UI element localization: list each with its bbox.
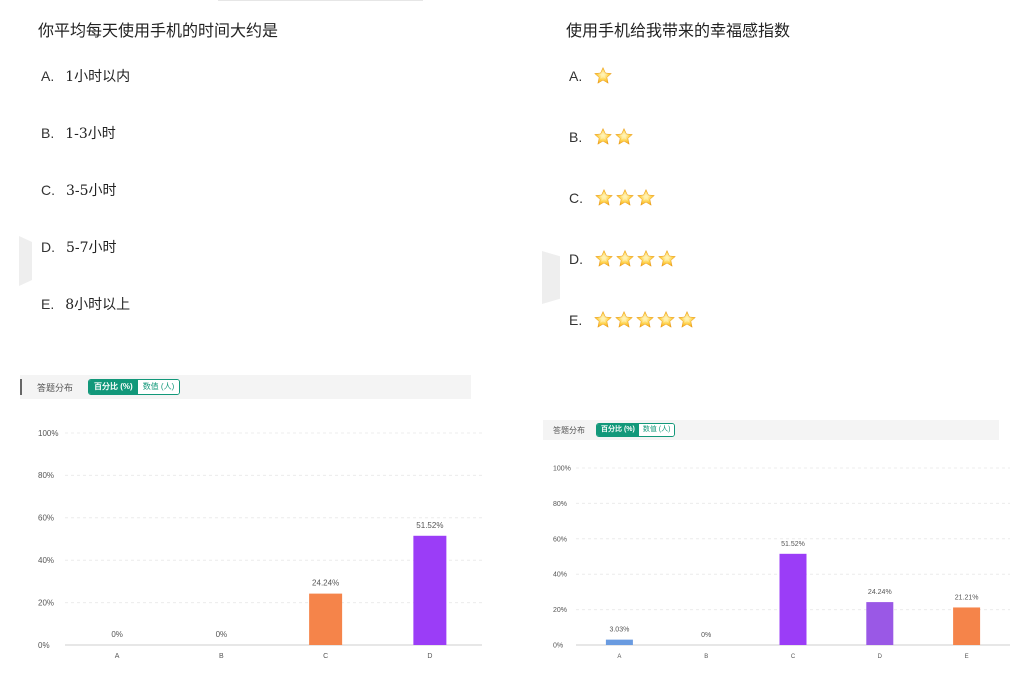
bar-d[interactable] <box>866 602 894 645</box>
option-letter: D. <box>41 239 55 255</box>
bar-a[interactable] <box>605 639 633 645</box>
answer-distribution-label: 答题分布 <box>553 425 585 435</box>
y-tick-label: 100% <box>553 465 571 472</box>
y-tick-label: 60% <box>553 536 567 543</box>
star-emoji-icon <box>635 310 655 330</box>
left-question-title: 你平均每天使用手机的时间大约是 <box>38 21 279 40</box>
option-letter: C. <box>41 182 55 198</box>
data-label: 3.03% <box>609 627 629 634</box>
right-question-title: 使用手机给我带来的幸福感指数 <box>566 21 791 40</box>
left-option-b[interactable]: B. 1-3小时 <box>41 123 116 143</box>
star-rating <box>593 66 613 86</box>
star-emoji-icon <box>677 310 697 330</box>
option-letter: B. <box>569 129 583 145</box>
toolbar-accent-bar <box>20 379 22 395</box>
bar-d[interactable] <box>413 535 447 645</box>
star-rating <box>594 188 656 208</box>
option-text: 5-7小时 <box>66 240 117 256</box>
y-tick-label: 0% <box>38 641 50 650</box>
y-tick-label: 60% <box>38 514 54 523</box>
left-side-tab[interactable] <box>19 236 32 286</box>
x-tick-label: A <box>115 653 120 660</box>
star-emoji-icon <box>636 249 656 269</box>
star-emoji-icon <box>593 310 613 330</box>
left-option-c[interactable]: C. 3-5小时 <box>41 180 117 200</box>
percent-tab[interactable]: 百分比 (%) <box>89 380 138 394</box>
right-side-tab[interactable] <box>542 251 560 304</box>
x-tick-label: C <box>791 654 796 660</box>
star-rating <box>593 127 634 147</box>
y-tick-label: 40% <box>553 572 567 579</box>
y-tick-label: 40% <box>38 556 54 565</box>
data-label: 0% <box>111 630 123 639</box>
star-emoji-icon <box>593 66 613 86</box>
star-emoji-icon <box>636 188 656 208</box>
x-tick-label: A <box>617 654 621 660</box>
right-option-b[interactable]: B. <box>569 127 634 147</box>
star-emoji-icon <box>615 249 635 269</box>
left-option-a[interactable]: A. 1小时以内 <box>41 66 130 86</box>
star-emoji-icon <box>614 310 634 330</box>
y-tick-label: 0% <box>553 642 563 649</box>
option-letter: A. <box>569 68 583 84</box>
data-label: 0% <box>701 632 711 639</box>
y-tick-label: 20% <box>553 607 567 614</box>
option-letter: B. <box>41 125 55 141</box>
star-rating <box>593 310 697 330</box>
y-tick-label: 80% <box>38 471 54 480</box>
left-stats-toolbar: 答题分布 百分比 (%) 数值 (人) <box>20 375 471 399</box>
option-letter: E. <box>41 296 55 312</box>
count-tab[interactable]: 数值 (人) <box>137 380 180 394</box>
data-label: 24.24% <box>312 579 339 588</box>
right-option-a[interactable]: A. <box>569 66 613 86</box>
option-letter: A. <box>41 68 55 84</box>
option-text: 1-3小时 <box>65 126 116 142</box>
option-text: 3-5小时 <box>66 183 117 199</box>
x-tick-label: C <box>323 653 328 660</box>
star-emoji-icon <box>657 249 677 269</box>
x-tick-label: D <box>878 654 883 660</box>
star-emoji-icon <box>594 188 614 208</box>
option-letter: D. <box>569 251 583 267</box>
option-text: 1小时以内 <box>65 69 131 85</box>
bar-c[interactable] <box>779 553 807 645</box>
right-option-c[interactable]: C. <box>569 188 656 208</box>
x-tick-label: D <box>427 653 432 660</box>
left-chart-svg: 0% 20% 40% 60% 80% 100% 0% A 0% B 24.24% C 51.52% D <box>38 429 482 660</box>
right-stats-toolbar: 答题分布 百分比 (%) 数值 (人) <box>543 420 999 440</box>
data-label: 21.21% <box>955 594 979 601</box>
star-emoji-icon <box>656 310 676 330</box>
x-tick-label: E <box>965 654 969 660</box>
x-tick-label: B <box>219 653 224 660</box>
data-label: 24.24% <box>868 589 892 596</box>
x-tick-label: B <box>704 654 708 660</box>
top-divider <box>218 0 423 1</box>
option-text: 8小时以上 <box>65 297 131 313</box>
star-emoji-icon <box>593 127 613 147</box>
right-option-d[interactable]: D. <box>569 249 677 269</box>
data-label: 0% <box>216 630 228 639</box>
option-letter: C. <box>569 190 583 206</box>
star-emoji-icon <box>594 249 614 269</box>
answer-distribution-label: 答题分布 <box>37 382 74 393</box>
left-option-d[interactable]: D. 5-7小时 <box>41 237 117 257</box>
option-letter: E. <box>569 312 583 328</box>
y-tick-label: 100% <box>38 429 58 438</box>
count-tab[interactable]: 数值 (人) <box>638 424 675 436</box>
right-chart-svg: 0% 20% 40% 60% 80% 100% 3.03% A 0% B 51.52% C 24.24%… <box>553 465 1010 660</box>
view-toggle: 百分比 (%) 数值 (人) <box>88 379 181 395</box>
left-option-e[interactable]: E. 8小时以上 <box>41 294 130 314</box>
y-tick-label: 80% <box>553 501 567 508</box>
bar-e[interactable] <box>953 607 981 645</box>
bar-c[interactable] <box>309 593 343 645</box>
star-rating <box>594 249 677 269</box>
star-emoji-icon <box>615 188 635 208</box>
data-label: 51.52% <box>416 521 443 530</box>
percent-tab[interactable]: 百分比 (%) <box>597 424 639 436</box>
star-emoji-icon <box>614 127 634 147</box>
y-tick-label: 20% <box>38 598 54 607</box>
data-label: 51.52% <box>781 541 805 548</box>
view-toggle: 百分比 (%) 数值 (人) <box>596 423 676 437</box>
right-option-e[interactable]: E. <box>569 310 697 330</box>
